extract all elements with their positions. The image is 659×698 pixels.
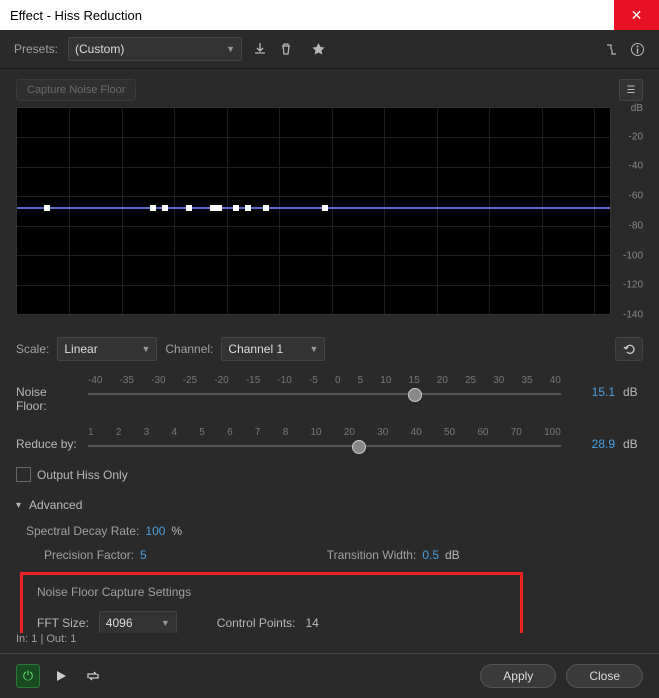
precision-factor-label: Precision Factor:	[26, 548, 134, 562]
control-point[interactable]	[245, 205, 251, 211]
control-points-value[interactable]: 14	[306, 616, 319, 630]
control-points-label: Control Points:	[217, 616, 296, 630]
transition-width-unit: dB	[445, 548, 460, 562]
fft-size-label: FFT Size:	[37, 616, 89, 630]
info-icon[interactable]	[629, 41, 645, 57]
output-hiss-only-label: Output Hiss Only	[37, 468, 128, 482]
y-tick: -40	[629, 161, 643, 172]
chevron-down-icon: ▼	[226, 44, 235, 54]
control-point[interactable]	[44, 205, 50, 211]
spectral-decay-label: Spectral Decay Rate:	[26, 524, 139, 538]
presets-value: (Custom)	[75, 42, 124, 56]
control-point[interactable]	[216, 205, 222, 211]
noise-floor-value[interactable]: 15.1	[569, 375, 615, 399]
y-tick: -140	[623, 310, 643, 321]
undo-icon[interactable]	[615, 337, 643, 361]
chart-menu-icon[interactable]: ☰	[619, 79, 643, 101]
scale-dropdown[interactable]: Linear▼	[57, 337, 157, 361]
reduce-by-unit: dB	[623, 427, 643, 451]
trash-icon[interactable]	[278, 41, 294, 57]
y-tick: -20	[629, 131, 643, 142]
io-status: In: 1 | Out: 1	[0, 633, 659, 645]
footer: ⏻ Apply Close	[0, 653, 659, 698]
presets-label: Presets:	[14, 42, 58, 56]
advanced-toggle[interactable]: ▾ Advanced	[16, 498, 643, 512]
noise-floor-slider[interactable]: -40-35-30-25-20-15-10-50510152025303540	[88, 375, 561, 401]
close-icon[interactable]: ✕	[614, 0, 659, 30]
nfc-title: Noise Floor Capture Settings	[37, 585, 506, 599]
loop-icon[interactable]	[82, 665, 104, 687]
y-tick: -120	[623, 280, 643, 291]
spectral-decay-value[interactable]: 100	[145, 524, 165, 538]
precision-factor-value[interactable]: 5	[140, 548, 147, 562]
control-point[interactable]	[150, 205, 156, 211]
noise-floor-capture-settings-group: Noise Floor Capture Settings FFT Size: 4…	[20, 572, 523, 633]
window-title: Effect - Hiss Reduction	[10, 8, 142, 23]
toolbar: Presets: (Custom) ▼	[0, 30, 659, 69]
star-icon[interactable]	[310, 41, 326, 57]
presets-dropdown[interactable]: (Custom) ▼	[68, 37, 242, 61]
noise-floor-label: Noise Floor:	[16, 375, 80, 413]
control-point[interactable]	[322, 205, 328, 211]
capture-noise-floor-button[interactable]: Capture Noise Floor	[16, 79, 136, 101]
apply-button[interactable]: Apply	[480, 664, 556, 688]
dialog-body: Capture Noise Floor ☰ Hz 2k4k6k8k10k12k1…	[0, 69, 659, 633]
fft-size-dropdown[interactable]: 4096▼	[99, 611, 177, 633]
route-icon[interactable]	[603, 41, 619, 57]
scale-label: Scale:	[16, 342, 49, 356]
y-tick: -80	[629, 220, 643, 231]
transition-width-value[interactable]: 0.5	[422, 548, 439, 562]
save-preset-icon[interactable]	[252, 41, 268, 57]
reduce-by-value[interactable]: 28.9	[569, 427, 615, 451]
chevron-down-icon: ▾	[16, 500, 21, 511]
channel-dropdown[interactable]: Channel 1▼	[221, 337, 325, 361]
y-axis-unit: dB	[631, 103, 643, 114]
spectral-decay-unit: %	[171, 524, 182, 538]
noise-floor-chart[interactable]: Hz 2k4k6k8k10k12k14k16k18k20k22k dB -20-…	[16, 107, 643, 315]
control-point[interactable]	[162, 205, 168, 211]
y-tick: -60	[629, 191, 643, 202]
control-point[interactable]	[263, 205, 269, 211]
close-button[interactable]: Close	[566, 664, 643, 688]
channel-label: Channel:	[165, 342, 213, 356]
advanced-label: Advanced	[29, 498, 82, 512]
effect-window: Effect - Hiss Reduction ✕ Presets: (Cust…	[0, 0, 659, 698]
titlebar: Effect - Hiss Reduction ✕	[0, 0, 659, 30]
noise-floor-unit: dB	[623, 375, 643, 399]
control-point[interactable]	[233, 205, 239, 211]
transition-width-label: Transition Width:	[327, 548, 417, 562]
play-icon[interactable]	[50, 665, 72, 687]
reduce-by-label: Reduce by:	[16, 427, 80, 451]
output-hiss-only-checkbox[interactable]	[16, 467, 31, 482]
control-point[interactable]	[186, 205, 192, 211]
y-tick: -100	[623, 250, 643, 261]
power-icon[interactable]: ⏻	[16, 664, 40, 688]
reduce-by-slider[interactable]: 1234567810203040506070100	[88, 427, 561, 453]
